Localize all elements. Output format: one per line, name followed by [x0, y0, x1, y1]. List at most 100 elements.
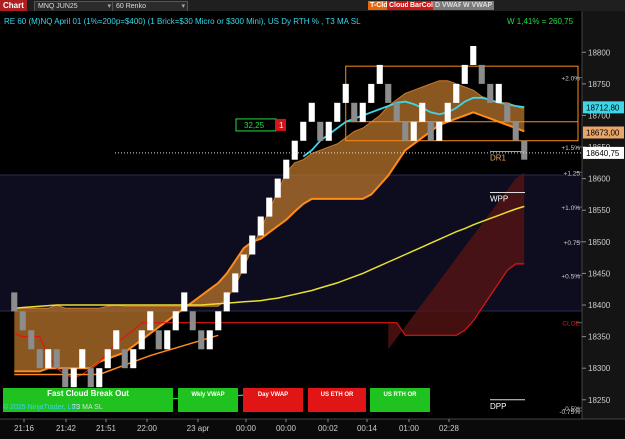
- pct-level-label: -0.75%: [559, 409, 580, 416]
- y-tick-label: 18250: [588, 396, 611, 405]
- footer-button-label: Day VWAP: [258, 392, 288, 398]
- renko-brick: [274, 178, 281, 198]
- renko-brick: [138, 330, 145, 350]
- level-label-dr1: DR1: [490, 153, 507, 162]
- renko-brick: [130, 349, 137, 369]
- level-label-dpp: DPP: [490, 402, 506, 411]
- renko-brick: [521, 140, 528, 160]
- pct-level-label: CLOE: [562, 321, 580, 328]
- renko-brick: [45, 349, 52, 369]
- footer-button-label: Fast Cloud Break Out: [47, 389, 129, 398]
- level-label-wpp: WPP: [490, 195, 508, 204]
- renko-brick: [300, 121, 307, 141]
- renko-brick: [53, 349, 60, 369]
- y-tick-label: 18600: [588, 175, 611, 184]
- ma-label: T3 MA SL: [72, 404, 103, 411]
- renko-brick: [104, 349, 111, 369]
- position-marker[interactable]: 32,25 1: [235, 118, 286, 132]
- renko-brick: [257, 216, 264, 236]
- position-qty: 1: [279, 121, 284, 130]
- footer-button-4[interactable]: US RTH OR: [370, 388, 430, 412]
- instrument-label: MNQ JUN25: [38, 3, 78, 10]
- time-axis: [0, 419, 625, 439]
- renko-brick: [172, 311, 179, 331]
- dvwap-toggle[interactable]: D VWAP: [433, 1, 465, 10]
- renko-brick: [11, 292, 18, 312]
- renko-brick: [325, 121, 332, 141]
- footer-button-3[interactable]: US ETH OR: [308, 388, 366, 412]
- renko-brick: [232, 273, 239, 293]
- renko-brick: [385, 83, 392, 103]
- indicator-header: RE 60 (M)NQ April 01 (1%=200p=$400) (1 B…: [4, 17, 361, 26]
- renko-brick: [436, 121, 443, 141]
- copyright: © 2025 NinjaTrader, LLC: [3, 403, 80, 411]
- renko-brick: [19, 311, 26, 331]
- renko-brick: [308, 102, 315, 122]
- footer-button-label: Wkly VWAP: [191, 392, 224, 398]
- price-label: 18640,75: [586, 149, 620, 158]
- y-tick-label: 18400: [588, 301, 611, 310]
- renko-brick: [249, 235, 256, 255]
- renko-brick: [419, 102, 426, 122]
- weekly-pct-readout: W 1,41% = 260,75: [507, 17, 574, 26]
- renko-brick: [266, 197, 273, 217]
- renko-brick: [495, 83, 502, 103]
- x-tick-label: 21:51: [96, 424, 117, 433]
- price-label: 18673,00: [586, 129, 620, 138]
- renko-brick: [155, 330, 162, 350]
- y-tick-label: 18800: [588, 48, 611, 57]
- y-tick-label: 18500: [588, 238, 611, 247]
- pct-level-label: +1.5%: [561, 145, 580, 152]
- renko-brick: [121, 349, 128, 369]
- y-tick-label: 18300: [588, 364, 611, 373]
- renko-brick: [189, 311, 196, 331]
- renko-brick: [334, 102, 341, 122]
- renko-brick: [512, 121, 519, 141]
- barcol-toggle[interactable]: BarCol: [408, 1, 435, 10]
- footer-button-1[interactable]: Wkly VWAP: [178, 388, 238, 412]
- renko-brick: [87, 368, 94, 388]
- bar-type-label: 60 Renko: [116, 3, 146, 10]
- wvwap-toggle[interactable]: W VWAP: [461, 1, 495, 10]
- renko-brick: [487, 83, 494, 103]
- renko-brick: [28, 330, 35, 350]
- x-tick-label: 21:42: [56, 424, 77, 433]
- renko-brick: [470, 46, 477, 65]
- renko-brick: [402, 121, 409, 141]
- y-tick-label: 18750: [588, 80, 611, 89]
- footer-button-label: US ETH OR: [321, 392, 354, 398]
- renko-brick: [478, 64, 485, 84]
- x-tick-label: 23 apr: [187, 424, 210, 433]
- renko-brick: [461, 64, 468, 84]
- x-tick-label: 00:00: [236, 424, 257, 433]
- x-tick-label: 02:28: [439, 424, 460, 433]
- renko-brick: [368, 83, 375, 103]
- renko-brick: [147, 311, 154, 331]
- renko-brick: [342, 83, 349, 103]
- price-labels: 18712,80 18673,00 18640,75: [583, 101, 624, 159]
- footer-button-2[interactable]: Day VWAP: [243, 388, 303, 412]
- price-label: 18712,80: [586, 103, 620, 112]
- chart-tab[interactable]: Chart: [0, 0, 27, 11]
- chevron-down-icon: ▾: [181, 3, 185, 10]
- chevron-down-icon: ▾: [107, 3, 111, 10]
- renko-brick: [96, 368, 103, 388]
- renko-brick: [291, 140, 298, 160]
- y-tick-label: 18350: [588, 333, 611, 342]
- pct-level-label: +1.25: [564, 170, 581, 177]
- renko-brick: [181, 292, 188, 312]
- x-tick-label: 00:14: [357, 424, 378, 433]
- renko-brick: [206, 330, 213, 350]
- renko-brick: [359, 102, 366, 122]
- x-tick-label: 22:00: [137, 424, 158, 433]
- renko-brick: [79, 349, 86, 369]
- pct-level-label: +2.0%: [561, 76, 580, 83]
- pct-level-label: +0.75: [564, 240, 581, 247]
- pct-level-label: +0.5%: [561, 273, 580, 280]
- renko-chart[interactable]: DR1 WPP DPP 18250 18300 18350 18400 18450 18500…: [0, 11, 625, 439]
- renko-brick: [164, 330, 171, 350]
- renko-brick: [317, 121, 324, 141]
- renko-brick: [376, 64, 383, 84]
- footer-button-label: US RTH OR: [384, 392, 418, 398]
- position-avg-price: 32,25: [244, 121, 265, 130]
